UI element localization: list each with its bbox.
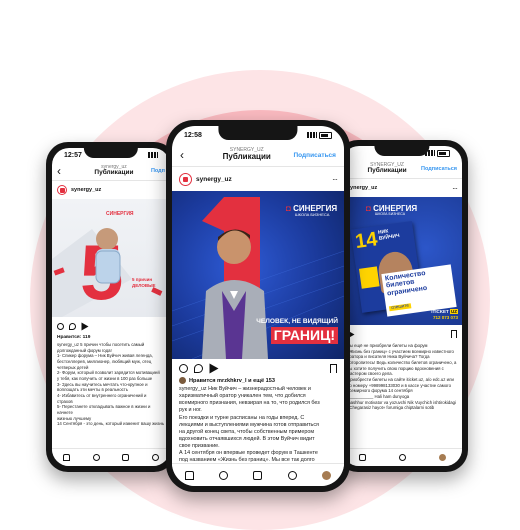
profile-avatar-icon[interactable] <box>438 454 446 461</box>
status-time: 12:58 <box>184 131 202 139</box>
signal-icon <box>307 132 317 138</box>
bookmark-icon[interactable] <box>451 330 457 338</box>
bookmark-icon[interactable] <box>330 363 337 373</box>
activity-icon[interactable] <box>398 454 406 461</box>
home-icon[interactable] <box>184 470 194 480</box>
like-icon[interactable] <box>179 363 188 373</box>
add-post-icon[interactable] <box>253 470 263 480</box>
share-icon[interactable] <box>81 322 89 330</box>
activity-icon[interactable] <box>151 454 159 461</box>
post-username[interactable]: synergy_uz <box>196 176 328 183</box>
like-icon[interactable] <box>57 322 64 330</box>
back-arrow-icon[interactable]: ‹ <box>57 164 77 178</box>
subscribe-button[interactable]: Подписаться <box>293 152 336 159</box>
ticket-info: iTICKET UZ 712 073 073 <box>431 309 458 321</box>
profile-avatar-icon[interactable] <box>322 470 332 480</box>
add-post-icon[interactable] <box>358 454 366 461</box>
activity-icon[interactable] <box>287 470 297 480</box>
post-caption: synergy_uz 5 причин чтобы посетить самый… <box>57 342 165 427</box>
post-image[interactable]: ◘ СИНЕРГИЯ ШКОЛА БИЗНЕСА ЧЕЛОВЕК, НЕ ВИД… <box>172 191 344 359</box>
nav-title: Публикации <box>222 152 271 162</box>
status-time: 12:57 <box>64 151 82 159</box>
post-username[interactable]: synergy_uz <box>71 187 165 193</box>
comment-icon[interactable] <box>194 363 203 373</box>
subscribe-button[interactable]: Подп <box>151 168 165 174</box>
post-username[interactable]: synergy_uz <box>347 185 448 191</box>
nav-title: Публикации <box>94 169 134 177</box>
bottom-nav <box>52 448 170 466</box>
bottom-nav <box>172 463 344 486</box>
bottom-nav <box>342 448 462 466</box>
nav-title: Публикации <box>367 167 407 175</box>
signal-icon <box>148 152 158 158</box>
share-icon[interactable] <box>209 363 219 373</box>
subscribe-button[interactable]: Подписаться <box>421 166 457 172</box>
comment-icon[interactable] <box>69 322 76 330</box>
add-post-icon[interactable] <box>122 454 130 461</box>
battery-icon <box>319 131 332 139</box>
battery-icon <box>437 149 450 157</box>
brand-logo: ◘ СИНЕРГИЯ ШКОЛА БИЗНЕСА <box>366 204 418 216</box>
more-options-icon[interactable]: ··· <box>332 175 338 184</box>
brand-logo: ◘ СИНЕРГИЯ ШКОЛА БИЗНЕСА <box>286 204 338 217</box>
post-caption: Вы ещё не приобрели билеты на форум «Жиз… <box>347 343 457 411</box>
liker-avatar <box>179 377 186 384</box>
search-icon[interactable] <box>92 454 100 461</box>
poster-day: 14 <box>353 228 379 254</box>
more-options-icon[interactable]: ··· <box>452 184 458 193</box>
post-caption: synergy_uz Ник Вуйчич – жизнерадостный ч… <box>179 386 320 464</box>
search-icon[interactable] <box>219 470 229 480</box>
account-avatar[interactable] <box>57 185 67 195</box>
likes-count: Нравится mrzkhkrv_l и ещё 153 <box>172 377 344 386</box>
brand-logo: СИНЕРГИЯ <box>106 211 134 217</box>
post-image[interactable]: 5 СИНЕРГИЯ 5 причин ДЕЛОВЫЕ <box>52 199 170 317</box>
headline: ЧЕЛОВЕК, НЕ ВИДЯЩИЙ ГРАНИЦ! <box>256 318 338 344</box>
account-avatar[interactable] <box>179 172 192 186</box>
back-arrow-icon[interactable]: ‹ <box>180 148 200 162</box>
likes-count: Нравится: 119 <box>57 335 91 340</box>
left-phone: 12:57 ‹ synergy_uz Публикации Подп syner… <box>46 142 176 472</box>
right-phone: SYNERGY_UZ Публикации Подписаться synerg… <box>336 140 468 472</box>
center-phone: 12:58 ‹ SYNERGY_UZ Публикации Подписатьс… <box>166 120 350 492</box>
home-icon[interactable] <box>63 454 71 461</box>
post-image[interactable]: ◘ СИНЕРГИЯ ШКОЛА БИЗНЕСА 14 НИК ВУЙЧИЧ К… <box>342 197 462 325</box>
overlay-text: 5 причин ДЕЛОВЫЕ <box>132 277 156 288</box>
